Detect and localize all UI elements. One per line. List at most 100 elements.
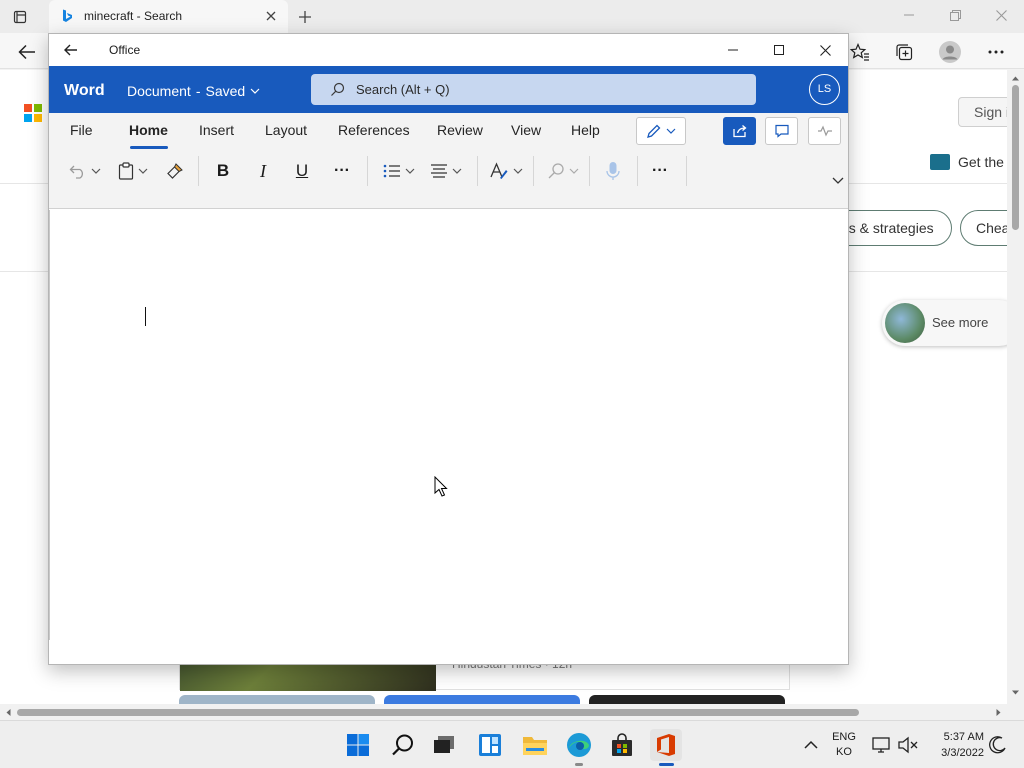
input-indicator[interactable]: ENG KO [830,730,858,760]
minimize-icon [728,49,738,51]
office-minimize-button[interactable] [710,36,756,64]
more-icon [988,50,1004,54]
tab-home[interactable]: Home [129,122,168,138]
favorites-icon [850,43,869,61]
find-button[interactable] [544,158,582,184]
more-commands-button[interactable]: ··· [647,158,673,184]
office-taskbar-button[interactable] [650,729,682,761]
settings-more-button[interactable] [983,39,1009,65]
bullet-list-icon [383,164,400,178]
result-tile[interactable] [179,695,375,704]
scroll-left-icon[interactable] [4,708,13,717]
tab-view[interactable]: View [511,122,541,138]
chevron-down-icon [452,168,462,174]
horizontal-scroll-thumb[interactable] [17,709,859,716]
toolbar-separator [637,156,638,186]
office-window: Office Word Document - Saved Search (Alt… [48,33,849,665]
comment-icon [774,124,789,138]
see-more-button[interactable]: See more [882,300,1007,346]
scroll-down-icon[interactable] [1011,688,1020,697]
search-placeholder: Search (Alt + Q) [356,82,450,97]
tab-file[interactable]: File [70,122,93,138]
activity-button[interactable] [808,117,841,145]
maximize-icon [774,45,784,55]
office-close-button[interactable] [802,36,848,64]
scroll-right-icon[interactable] [994,708,1003,717]
underline-button[interactable]: U [290,158,314,184]
tab-review[interactable]: Review [437,122,483,138]
toolbar-separator [686,156,687,186]
start-button[interactable] [342,729,374,761]
horizontal-scrollbar[interactable] [0,704,1024,720]
edge-button[interactable] [563,729,595,761]
format-painter-icon [167,163,183,179]
dictate-button[interactable] [601,158,625,184]
promo-text: Get the [958,154,1004,170]
vertical-scrollbar[interactable] [1007,70,1024,704]
browser-tab-bar: minecraft - Search [0,0,1024,33]
toolbar-separator [367,156,368,186]
chevron-up-icon[interactable] [802,736,820,754]
document-title-button[interactable]: Document - Saved [127,83,260,99]
moon-icon[interactable] [988,735,1008,755]
browser-minimize-button[interactable] [886,0,932,30]
taskbar-search-button[interactable] [387,729,419,761]
close-tab-icon[interactable] [263,8,279,24]
system-clock[interactable]: 5:37 AM 3/3/2022 [928,729,984,761]
page-edge [49,210,50,640]
share-button[interactable] [723,117,756,145]
microsoft-logo-icon [24,104,42,122]
profile-icon [939,41,961,63]
tab-actions-icon[interactable] [10,7,30,27]
browser-tab[interactable]: minecraft - Search [49,0,288,33]
browser-back-button[interactable] [14,39,40,65]
task-view-button[interactable] [428,729,460,761]
profile-button[interactable] [937,39,963,65]
new-tab-button[interactable] [294,6,316,28]
browser-close-button[interactable] [978,0,1024,30]
comments-button[interactable] [765,117,798,145]
word-search-box[interactable]: Search (Alt + Q) [311,74,756,105]
tab-help[interactable]: Help [571,122,600,138]
app-name[interactable]: Word [64,82,105,100]
widgets-button[interactable] [474,729,506,761]
office-maximize-button[interactable] [756,36,802,64]
file-explorer-button[interactable] [519,729,551,761]
office-back-button[interactable] [62,41,80,59]
editing-mode-button[interactable] [636,117,686,145]
result-tile[interactable] [589,695,785,704]
ribbon-toolbar: B I U ··· ··· [49,153,848,190]
expand-ribbon-icon[interactable] [831,174,845,186]
promo-banner[interactable]: Get the [930,154,1004,170]
format-painter-button[interactable] [163,158,187,184]
active-app-indicator [659,763,674,766]
result-tile[interactable] [384,695,580,704]
tab-layout[interactable]: Layout [265,122,307,138]
vertical-scroll-thumb[interactable] [1012,85,1019,230]
active-tab-indicator [130,146,168,149]
italic-button[interactable]: I [251,158,275,184]
bold-button[interactable]: B [211,158,235,184]
undo-button[interactable] [65,158,105,184]
browser-restore-button[interactable] [932,0,978,30]
filter-chip-cheats[interactable]: Chea [960,210,1007,246]
account-avatar[interactable]: LS [809,74,840,105]
scroll-up-icon[interactable] [1011,74,1020,83]
bullets-button[interactable] [380,158,418,184]
sign-in-button[interactable]: Sign i [958,97,1007,127]
text-cursor [145,307,146,326]
styles-button[interactable] [487,158,525,184]
favorites-button[interactable] [847,39,873,65]
tab-references[interactable]: References [338,122,410,138]
more-font-options-button[interactable]: ··· [329,158,355,184]
tab-insert[interactable]: Insert [199,122,234,138]
toolbar-separator [589,156,590,186]
volume-muted-icon[interactable] [898,736,918,754]
collections-button[interactable] [891,39,917,65]
save-status: Saved [205,83,246,99]
align-button[interactable] [427,158,465,184]
store-button[interactable] [606,729,638,761]
paste-button[interactable] [115,158,151,184]
display-network-icon[interactable] [872,736,892,754]
document-canvas[interactable] [49,210,848,664]
